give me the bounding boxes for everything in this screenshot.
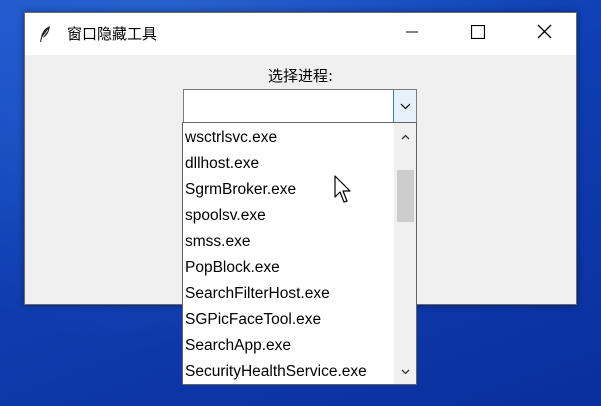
maximize-icon — [470, 24, 486, 44]
list-item[interactable]: SgrmBroker.exe — [183, 177, 391, 203]
chevron-down-icon — [401, 362, 410, 380]
mouse-cursor-icon — [334, 175, 356, 205]
list-item[interactable]: wsctrlsvc.exe — [183, 125, 391, 151]
scroll-down-button[interactable] — [394, 360, 416, 382]
process-input[interactable] — [185, 91, 392, 121]
list-item[interactable]: PopBlock.exe — [183, 255, 391, 281]
scroll-thumb[interactable] — [397, 170, 414, 222]
list-item[interactable]: SGPicFaceTool.exe — [183, 307, 391, 333]
process-label: 选择进程: — [267, 67, 334, 85]
scroll-up-button[interactable] — [394, 125, 416, 147]
list-item[interactable]: smss.exe — [183, 229, 391, 255]
chevron-down-icon — [400, 97, 411, 115]
title-bar[interactable]: 窗口隐藏工具 — [25, 13, 576, 55]
feather-icon — [37, 25, 53, 43]
minimize-button[interactable] — [389, 13, 435, 55]
list-item[interactable]: spoolsv.exe — [183, 203, 391, 229]
dropdown-scrollbar[interactable] — [394, 123, 416, 384]
combobox-dropdown-button[interactable] — [393, 90, 416, 122]
close-button[interactable] — [521, 13, 567, 55]
maximize-button[interactable] — [455, 13, 501, 55]
window-title: 窗口隐藏工具 — [67, 25, 158, 43]
process-combobox[interactable] — [183, 89, 417, 123]
minimize-icon — [406, 25, 418, 43]
process-options: wsctrlsvc.exe dllhost.exe SgrmBroker.exe… — [183, 125, 391, 384]
close-icon — [537, 24, 552, 44]
list-item[interactable]: dllhost.exe — [183, 151, 391, 177]
chevron-up-icon — [401, 127, 410, 145]
list-item[interactable]: SearchApp.exe — [183, 333, 391, 359]
list-item[interactable]: SearchFilterHost.exe — [183, 281, 391, 307]
list-item[interactable]: SecurityHealthService.exe — [183, 359, 391, 384]
process-dropdown-list[interactable]: wsctrlsvc.exe dllhost.exe SgrmBroker.exe… — [182, 122, 417, 385]
